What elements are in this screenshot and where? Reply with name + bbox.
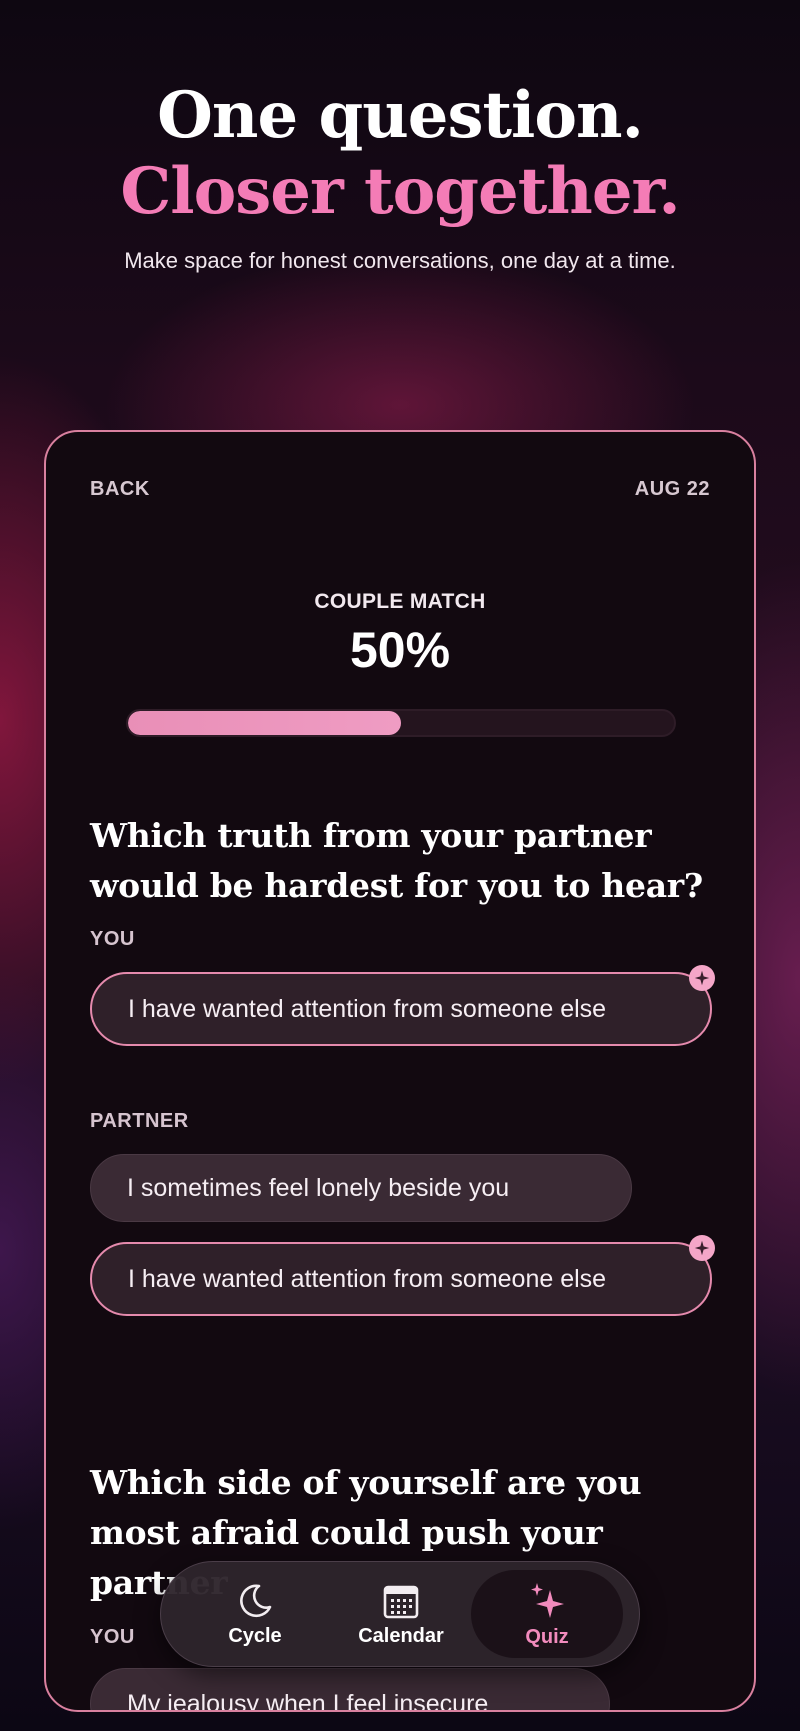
sparkle-icon [694, 970, 710, 986]
hero-title: One question. [157, 78, 644, 153]
bottom-nav: Cycle Calendar Quiz [160, 1561, 640, 1667]
question-1-you-label: YOU [90, 928, 135, 950]
question-2-you-label: YOU [90, 1626, 135, 1648]
back-button[interactable]: BACK [90, 478, 150, 501]
question-1-text: Which truth from your partner would be h… [90, 816, 703, 905]
moon-icon [235, 1581, 275, 1621]
date-label: AUG 22 [634, 478, 710, 500]
top-bar: BACK AUG 22 [90, 478, 710, 501]
sparkle-icon [694, 1240, 710, 1256]
nav-label-quiz: Quiz [525, 1625, 569, 1648]
phone-frame: BACK AUG 22 COUPLE MATCH 50% Which truth… [44, 430, 756, 1712]
nav-item-cycle[interactable]: Cycle [179, 1570, 331, 1658]
sparkle-badge [689, 1235, 715, 1261]
hero-subtitle: Make space for honest conversations, one… [124, 248, 676, 273]
sparkle-icon [526, 1580, 568, 1622]
nav-label-cycle: Cycle [228, 1624, 282, 1647]
nav-item-calendar[interactable]: Calendar [325, 1570, 477, 1658]
question-2-you-answer[interactable]: My jealousy when I feel insecure [90, 1668, 610, 1710]
question-1-you-answer[interactable]: I have wanted attention from someone els… [90, 972, 712, 1046]
question-1-partner-answer-1[interactable]: I sometimes feel lonely beside you [90, 1154, 632, 1222]
progress-fill [128, 711, 401, 735]
sparkle-badge [689, 965, 715, 991]
couple-match-progress [126, 709, 676, 737]
couple-match-value: 50% [349, 622, 451, 678]
nav-label-calendar: Calendar [358, 1624, 444, 1647]
calendar-icon [381, 1581, 421, 1621]
question-1-partner-label: PARTNER [90, 1110, 189, 1132]
question-1-partner-answer-2[interactable]: I have wanted attention from someone els… [90, 1242, 712, 1316]
hero-title-accent: Closer together. [120, 154, 680, 229]
nav-item-quiz[interactable]: Quiz [471, 1570, 623, 1658]
couple-match-label: COUPLE MATCH [314, 590, 486, 613]
